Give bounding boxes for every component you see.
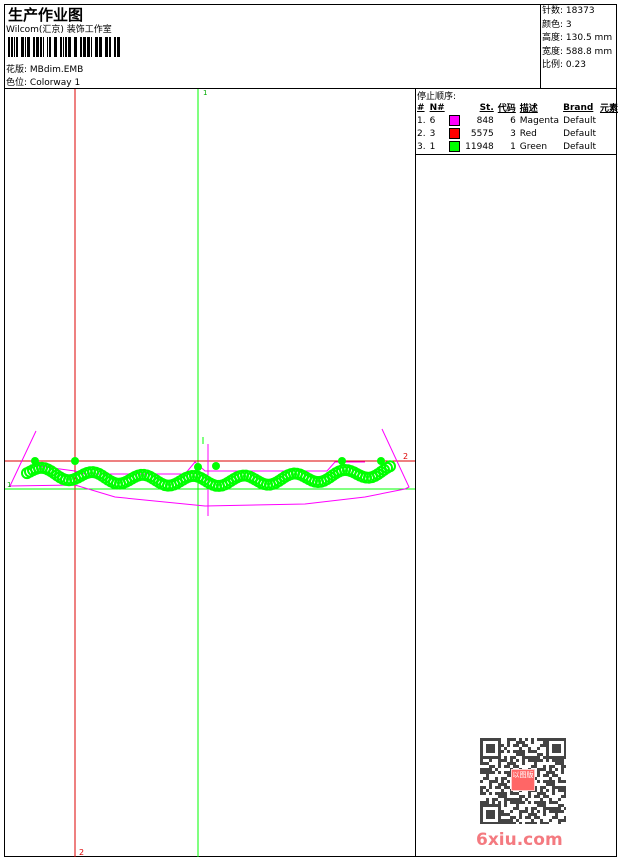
dot <box>338 457 346 465</box>
dot <box>31 457 39 465</box>
sequence-row: 1. 6 848 6 Magenta Default <box>417 115 596 126</box>
color-swatch <box>448 128 460 139</box>
seal-stamp: 以图版 <box>511 769 535 791</box>
colorway: 色位: Colorway 1 <box>6 75 80 88</box>
dot <box>377 457 385 465</box>
colorway-label: 色位: <box>6 78 28 88</box>
stitch-count: 18373 <box>565 6 595 16</box>
colorway-value: Colorway 1 <box>29 78 81 88</box>
axis-label-right: 2 <box>403 452 408 461</box>
sequence-row: 3. 1 11948 1 Green Default <box>417 141 596 152</box>
sequence-row: 2. 3 5575 3 Red Default <box>417 128 596 139</box>
design-width: 588.8 mm <box>565 46 613 57</box>
axis-label-left: 1 <box>7 481 11 489</box>
company-name: Wilcom(汇京) 装饰工作室 <box>6 25 112 35</box>
design-height: 130.5 mm <box>565 33 613 43</box>
dot <box>212 462 220 470</box>
design-info: 针数: 18373 颜色: 3 高度: 130.5 mm 宽度: 588.8 m… <box>542 6 613 70</box>
axis-label-top: 1 <box>203 89 207 97</box>
design-value: MBdim.EMB <box>29 65 84 75</box>
barcode <box>8 37 120 57</box>
design-canvas: 1 2 2 1 <box>5 89 415 857</box>
dot <box>194 463 202 471</box>
design-label: 花版: <box>6 65 28 75</box>
design-name: 花版: MBdim.EMB <box>6 62 83 75</box>
axis-label-bottom: 2 <box>79 848 84 857</box>
design-scale: 0.23 <box>565 60 586 70</box>
stop-sequence-table: # N# St. 代码 描述 Brand 元素 1. 6 848 6 Magenta De… <box>417 102 618 152</box>
watermark-logo: 6xiu.com <box>476 830 563 850</box>
color-count: 3 <box>565 19 572 30</box>
dot <box>71 457 79 465</box>
color-swatch <box>448 115 460 126</box>
color-swatch <box>448 141 460 152</box>
